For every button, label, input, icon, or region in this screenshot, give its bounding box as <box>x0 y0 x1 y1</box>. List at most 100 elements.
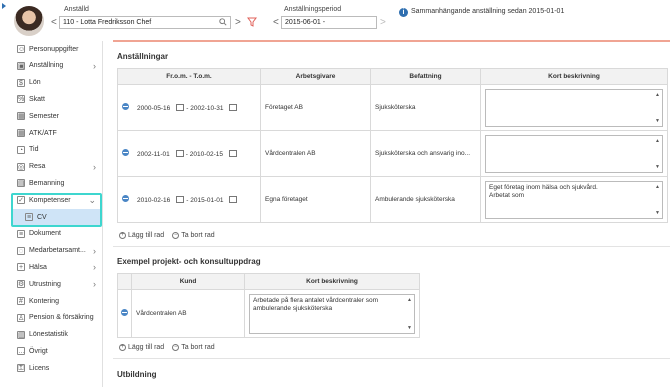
calendar-icon[interactable] <box>176 195 185 203</box>
col-project-description: Kort beskrivning <box>244 273 420 290</box>
sidebar-item-dokument[interactable]: ≡ Dokument <box>13 226 102 242</box>
scroll-down-icon[interactable]: ▼ <box>655 163 660 171</box>
search-icon[interactable] <box>219 18 227 26</box>
calendar-icon[interactable] <box>229 195 238 203</box>
period-select[interactable]: 2015-06-01 - <box>281 16 377 29</box>
col-icon <box>117 273 132 290</box>
period-cell: 2000-05-16- 2002-10-31 <box>117 84 261 131</box>
expand-arrow-icon[interactable] <box>2 3 6 9</box>
sidebar-item-label: Tid <box>29 146 39 154</box>
scroll-up-icon[interactable]: ▲ <box>655 91 660 99</box>
employer-cell[interactable]: Företaget AB <box>260 84 371 131</box>
row-handle-cell <box>117 289 132 338</box>
to-date[interactable]: 2002-10-31 <box>190 105 223 112</box>
filter-icon[interactable] <box>247 17 257 27</box>
project-description-text: Arbetade på flera antalet vårdcentraler … <box>253 296 379 312</box>
row-handle-icon[interactable] <box>121 309 128 316</box>
scroll-up-icon[interactable]: ▲ <box>655 183 660 191</box>
chevron-right-icon[interactable]: › <box>93 262 96 272</box>
scroll-up-icon[interactable]: ▲ <box>655 137 660 145</box>
calendar-icon[interactable] <box>229 149 238 157</box>
document-icon: ≡ <box>17 229 25 238</box>
description-cell: ▲ ▼ <box>480 84 668 131</box>
prev-employee-button[interactable]: < <box>51 17 57 29</box>
add-icon: + <box>119 344 126 351</box>
sidebar-item-skatt[interactable]: % Skatt <box>13 91 102 107</box>
misc-icon: … <box>17 347 25 356</box>
chevron-right-icon[interactable]: › <box>93 162 96 172</box>
sidebar-item-label: Dokument <box>29 230 61 238</box>
info-icon: i <box>399 8 408 17</box>
calendar-icon[interactable] <box>176 103 185 111</box>
row-handle-icon[interactable] <box>122 103 129 110</box>
employment-remove-row[interactable]: Ta bort rad <box>181 232 214 239</box>
to-date[interactable]: 2015-01-01 <box>190 197 223 204</box>
scroll-up-icon[interactable]: ▲ <box>407 296 412 304</box>
sidebar-item-bemanning[interactable]: ▤ Bemanning <box>13 175 102 191</box>
position-cell[interactable]: Sjuksköterska <box>370 84 481 131</box>
row-handle-icon[interactable] <box>122 195 129 202</box>
col-period: Fr.o.m. - T.o.m. <box>117 68 261 85</box>
sidebar-item-hälsa[interactable]: + Hälsa › <box>13 259 102 275</box>
chevron-right-icon[interactable]: › <box>93 279 96 289</box>
position-cell[interactable]: Sjuksköterska och ansvarig ino... <box>370 130 481 177</box>
sidebar-item-utrustning[interactable]: ⚙ Utrustning › <box>13 276 102 292</box>
employment-add-row[interactable]: Lägg till rad <box>128 232 164 239</box>
sidebar-item-label: Kontering <box>29 297 59 305</box>
sidebar-item-atk-atf[interactable]: ▦ ATK/ATF <box>13 125 102 141</box>
employer-cell[interactable]: Egna företaget <box>260 176 371 223</box>
description-textarea[interactable]: ▲ ▼ <box>485 134 663 173</box>
project-description-cell: Arbetade på flera antalet vårdcentraler … <box>244 289 420 338</box>
description-textarea[interactable]: ▲ ▼ <box>485 88 663 127</box>
customer-cell[interactable]: Vårdcentralen AB <box>131 289 245 338</box>
from-date[interactable]: 2002-11-01 <box>137 151 170 158</box>
scroll-down-icon[interactable]: ▼ <box>655 209 660 217</box>
prev-period-button[interactable]: < <box>273 17 279 29</box>
sidebar-item-label: Resa <box>29 163 46 171</box>
calendar-icon[interactable] <box>175 149 184 157</box>
scroll-down-icon[interactable]: ▼ <box>407 324 412 332</box>
table-row[interactable]: 2010-02-16- 2015-01-01 Egna företaget Ambu… <box>117 176 668 223</box>
sidebar-item-anställning[interactable]: ▣ Anställning › <box>13 58 102 74</box>
description-cell: Eget företag inom hälsa och sjukvård. Ar… <box>480 176 668 223</box>
projects-remove-row[interactable]: Ta bort rad <box>181 344 214 351</box>
from-date[interactable]: 2010-02-16 <box>137 197 170 204</box>
key-icon: ⚿ <box>17 364 25 373</box>
employee-label: Anställd <box>64 6 89 13</box>
table-row[interactable]: 2002-11-01- 2010-02-15 Vårdcentralen AB Sj… <box>117 130 668 177</box>
sidebar-item-pension-försäkring[interactable]: ♙ Pension & försäkring <box>13 310 102 326</box>
row-handle-icon[interactable] <box>122 149 129 156</box>
next-period-button[interactable]: > <box>380 17 386 29</box>
table-row[interactable]: 2000-05-16- 2002-10-31 Företaget AB Sjuksk… <box>117 84 668 131</box>
chevron-right-icon[interactable]: › <box>93 61 96 71</box>
employer-cell[interactable]: Vårdcentralen AB <box>260 130 371 177</box>
employee-value: 110 - Lotta Fredriksson Chef <box>63 19 152 26</box>
equipment-icon: ⚙ <box>17 280 25 289</box>
project-description-textarea[interactable]: Arbetade på flera antalet vårdcentraler … <box>249 293 415 334</box>
sidebar-item-tid[interactable]: ◔ Tid <box>13 142 102 158</box>
scroll-down-icon[interactable]: ▼ <box>655 117 660 125</box>
remove-icon: − <box>172 232 180 239</box>
sidebar-item-label: Utrustning <box>29 280 61 288</box>
to-date[interactable]: 2010-02-15 <box>190 151 223 158</box>
chevron-right-icon[interactable]: › <box>93 246 96 256</box>
chat-icon: ◌ <box>17 246 25 255</box>
sidebar-item-resa[interactable]: ◎ Resa › <box>13 159 102 175</box>
calendar-icon[interactable] <box>229 103 238 111</box>
next-employee-button[interactable]: > <box>235 17 241 29</box>
from-date[interactable]: 2000-05-16 <box>137 105 170 112</box>
employment-info-text: Sammanhängande anställning sedan 2015-01… <box>411 8 565 15</box>
sidebar-item-licens[interactable]: ⚿ Licens <box>13 360 102 376</box>
sidebar-item-personuppgifter[interactable]: ☺ Personuppgifter <box>13 41 102 57</box>
sidebar-item-lönestatistik[interactable]: ▥ Lönestatistik <box>13 327 102 343</box>
sidebar-item-kontering[interactable]: # Kontering <box>13 293 102 309</box>
sidebar-item-semester[interactable]: ▦ Semester <box>13 108 102 124</box>
table-row[interactable]: Vårdcentralen AB Arbetade på flera antale… <box>117 289 420 338</box>
sidebar-item-medarbetarsamt[interactable]: ◌ Medarbetarsamt... › <box>13 243 102 259</box>
description-textarea[interactable]: Eget företag inom hälsa och sjukvård. Ar… <box>485 180 663 219</box>
sidebar-item-övrigt[interactable]: … Övrigt <box>13 343 102 359</box>
projects-add-row[interactable]: Lägg till rad <box>128 344 164 351</box>
sidebar-item-lön[interactable]: $ Lön <box>13 75 102 91</box>
employee-select[interactable]: 110 - Lotta Fredriksson Chef <box>59 16 231 29</box>
position-cell[interactable]: Ambulerande sjuksköterska <box>370 176 481 223</box>
